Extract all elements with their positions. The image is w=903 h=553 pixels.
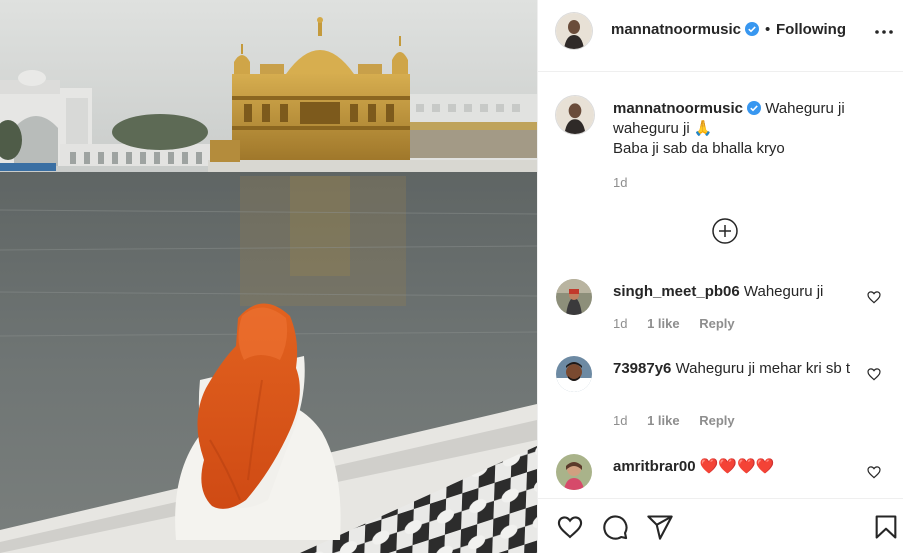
caption-username[interactable]: mannatnoormusic xyxy=(613,100,743,117)
author-avatar[interactable] xyxy=(556,13,592,49)
heart-icon[interactable] xyxy=(556,513,584,541)
post-details-panel: mannatnoormusic • Following mannatnoormu… xyxy=(537,0,903,553)
post-header: mannatnoormusic • Following xyxy=(538,0,903,72)
header-separator: • xyxy=(765,21,771,38)
verified-badge-icon xyxy=(745,22,760,36)
commenter-avatar[interactable] xyxy=(556,454,592,490)
commenter-avatar[interactable] xyxy=(556,279,592,315)
comment-reply-button[interactable]: Reply xyxy=(699,413,734,428)
comment-likes[interactable]: 1 like xyxy=(647,413,680,428)
comment-text: amritbrar00 ❤️❤️❤️❤️ xyxy=(613,457,853,477)
comment-icon[interactable] xyxy=(601,513,629,541)
commenter-avatar[interactable] xyxy=(556,356,592,392)
share-icon[interactable] xyxy=(646,513,674,541)
bookmark-icon[interactable] xyxy=(872,513,900,541)
caption-text: mannatnoormusic Waheguru ji waheguru ji … xyxy=(613,99,883,159)
comment-content: Waheguru ji xyxy=(743,283,824,300)
golden-temple-photo xyxy=(0,0,537,553)
comment-like-heart-icon[interactable] xyxy=(866,464,882,480)
following-button[interactable]: Following xyxy=(776,21,846,38)
comment-like-heart-icon[interactable] xyxy=(866,289,882,305)
comment-username[interactable]: singh_meet_pb06 xyxy=(613,283,740,300)
comment-timestamp[interactable]: 1d xyxy=(613,316,627,331)
post-image[interactable] xyxy=(0,0,537,553)
caption-line-2: waheguru ji 🙏 xyxy=(613,120,713,137)
post-actions-bar xyxy=(538,498,903,553)
comment-content: Waheguru ji mehar kri sb t xyxy=(675,360,851,377)
comment-text: 73987y6 Waheguru ji mehar kri sb t xyxy=(613,359,853,379)
caption-line-3: Baba ji sab da bhalla kryo xyxy=(613,140,785,157)
comment-meta: 1d 1 like Reply xyxy=(613,316,751,331)
comment-text: singh_meet_pb06 Waheguru ji xyxy=(613,282,853,302)
comment-username[interactable]: 73987y6 xyxy=(613,360,671,377)
comment-meta: 1d 1 like Reply xyxy=(613,413,751,428)
author-username[interactable]: mannatnoormusic xyxy=(611,21,760,38)
verified-badge-icon xyxy=(747,101,762,115)
caption-timestamp[interactable]: 1d xyxy=(613,175,627,190)
more-options-icon[interactable] xyxy=(872,20,896,44)
caption-line-1: Waheguru ji xyxy=(765,100,845,117)
comment-like-heart-icon[interactable] xyxy=(866,366,882,382)
comment-username[interactable]: amritbrar00 xyxy=(613,458,696,475)
author-username-text[interactable]: mannatnoormusic xyxy=(611,21,741,38)
plus-circle-icon[interactable] xyxy=(711,217,739,245)
comment-reply-button[interactable]: Reply xyxy=(699,316,734,331)
comment-timestamp[interactable]: 1d xyxy=(613,413,627,428)
caption-author-avatar[interactable] xyxy=(556,96,594,134)
comment-content: ❤️❤️❤️❤️ xyxy=(699,458,775,475)
comment-likes[interactable]: 1 like xyxy=(647,316,680,331)
